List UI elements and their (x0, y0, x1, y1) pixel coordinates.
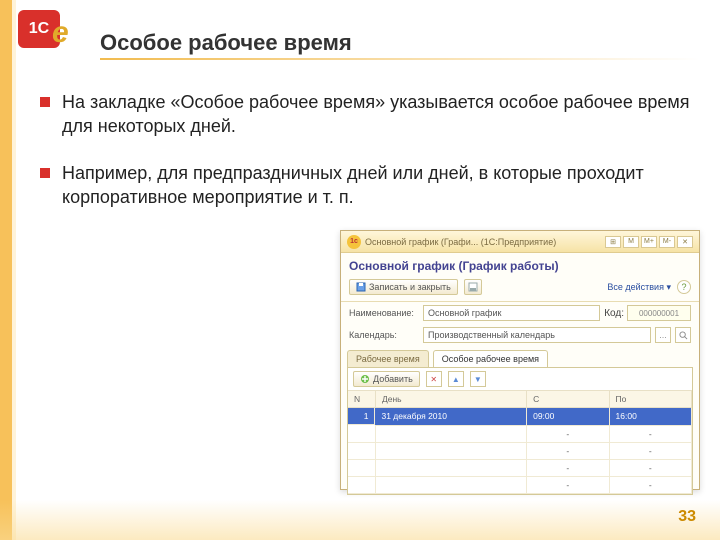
add-row-label: Добавить (373, 374, 413, 384)
form-title: Основной график (График работы) (341, 253, 699, 277)
code-label: Код: (604, 308, 624, 319)
tab-work-time[interactable]: Рабочее время (347, 350, 429, 367)
calendar-label: Календарь: (349, 330, 419, 340)
col-from: С (527, 391, 609, 408)
save-and-close-button[interactable]: Записать и закрыть (349, 279, 458, 295)
app-logo: 1C e (18, 10, 78, 58)
bullet-marker (40, 97, 50, 107)
lookup-icon[interactable] (675, 327, 691, 343)
window-caption: Основной график (Графи... (1С:Предприяти… (365, 237, 601, 247)
table-row[interactable]: -- (348, 476, 692, 493)
help-button[interactable]: ? (677, 280, 691, 294)
diskette-icon (468, 282, 478, 292)
select-button[interactable]: … (655, 327, 671, 343)
table-row[interactable]: 1 31 декабря 2010 09:00 16:00 (348, 408, 692, 426)
all-actions-link[interactable]: Все действия ▾ (607, 282, 671, 293)
calendar-input[interactable]: Производственный календарь (423, 327, 651, 343)
form-toolbar: Записать и закрыть Все действия ▾ ? (341, 277, 699, 302)
bullet-text: На закладке «Особое рабочее время» указы… (62, 90, 690, 139)
delete-row-button[interactable]: ✕ (426, 371, 442, 387)
col-to: По (609, 391, 691, 408)
move-down-button[interactable]: ▼ (470, 371, 486, 387)
titlebar-tool[interactable]: ⊞ (605, 236, 621, 248)
table-row[interactable]: -- (348, 425, 692, 442)
bullet-marker (40, 168, 50, 178)
slide-title: Особое рабочее время (100, 30, 352, 56)
window-titlebar: 1c Основной график (Графи... (1С:Предпри… (341, 231, 699, 253)
bullet-2: Например, для предпраздничных дней или д… (40, 161, 690, 210)
bullet-text: Например, для предпраздничных дней или д… (62, 161, 690, 210)
titlebar-m-minus[interactable]: M- (659, 236, 675, 248)
col-n: N (348, 391, 375, 408)
tab-special-work-time[interactable]: Особое рабочее время (433, 350, 548, 367)
logo-glyph: e (52, 16, 69, 50)
save-button[interactable] (464, 279, 482, 295)
page-number: 33 (678, 508, 696, 526)
table-row[interactable]: -- (348, 442, 692, 459)
titlebar-m[interactable]: M (623, 236, 639, 248)
plus-icon (360, 374, 370, 384)
save-icon (356, 282, 366, 292)
col-day: День (375, 391, 526, 408)
app-icon: 1c (347, 235, 361, 249)
name-label: Наименование: (349, 308, 419, 318)
add-row-button[interactable]: Добавить (353, 371, 420, 387)
titlebar-m-plus[interactable]: M+ (641, 236, 657, 248)
app-window: 1c Основной график (Графи... (1С:Предпри… (340, 230, 700, 490)
table-row[interactable]: -- (348, 459, 692, 476)
slide-content: На закладке «Особое рабочее время» указы… (40, 90, 690, 231)
special-days-table[interactable]: N День С По 1 31 декабря 2010 09:00 16:0… (348, 391, 692, 494)
move-up-button[interactable]: ▲ (448, 371, 464, 387)
name-input[interactable]: Основной график (423, 305, 600, 321)
close-icon[interactable]: ✕ (677, 236, 693, 248)
bullet-1: На закладке «Особое рабочее время» указы… (40, 90, 690, 139)
code-input[interactable]: 000000001 (627, 305, 691, 321)
save-and-close-label: Записать и закрыть (369, 282, 451, 292)
